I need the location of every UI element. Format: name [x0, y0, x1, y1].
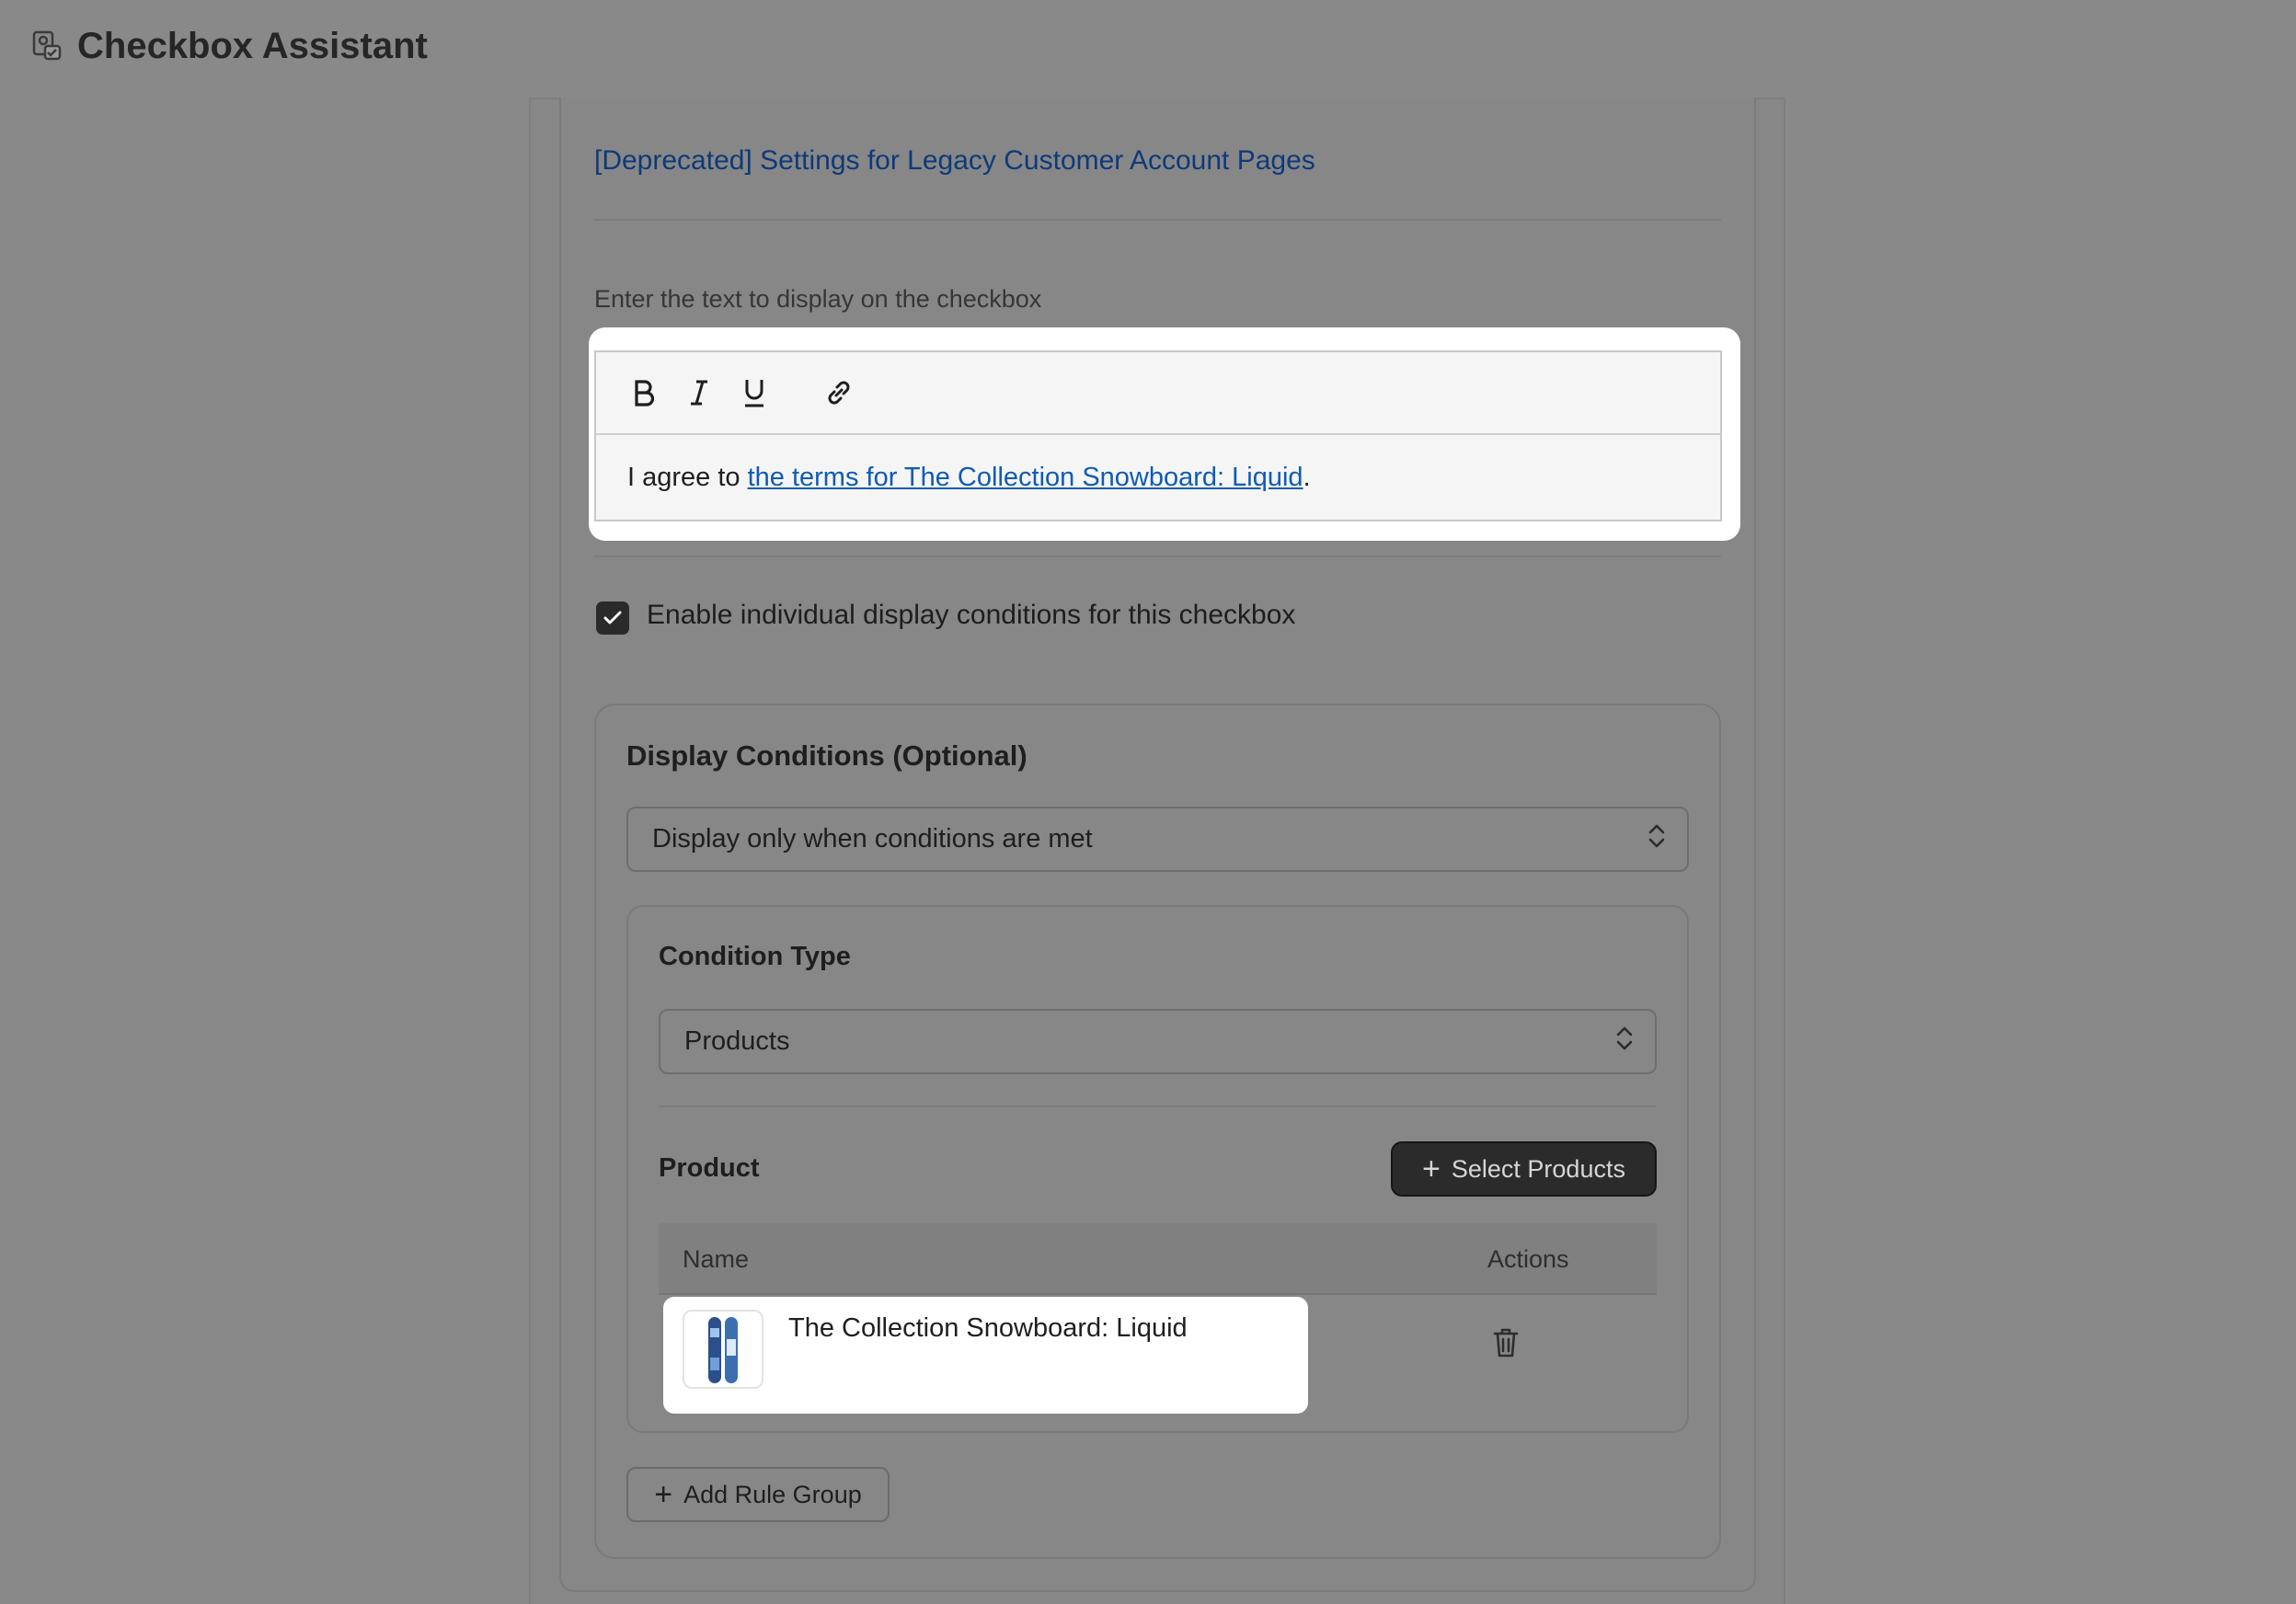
checkmark-icon	[603, 611, 622, 624]
enable-conditions-label[interactable]: Enable individual display conditions for…	[647, 600, 1295, 631]
link-icon[interactable]	[819, 372, 859, 413]
plus-icon: +	[1422, 1151, 1441, 1186]
rich-text-editor[interactable]: I agree to the terms for The Collection …	[594, 350, 1722, 521]
display-mode-select[interactable]: Display only when conditions are met	[626, 807, 1689, 872]
app-title: Checkbox Assistant	[77, 25, 428, 66]
condition-type-select[interactable]: Products	[659, 1009, 1657, 1074]
divider	[594, 556, 1721, 557]
product-name: The Collection Snowboard: Liquid	[788, 1313, 1188, 1343]
display-mode-value: Display only when conditions are met	[652, 824, 1093, 854]
condition-type-value: Products	[684, 1026, 790, 1056]
divider	[594, 219, 1721, 221]
editor-toolbar	[596, 352, 1720, 435]
select-products-button[interactable]: + Select Products	[1391, 1141, 1657, 1197]
display-conditions-title: Display Conditions (Optional)	[626, 739, 1027, 772]
plus-icon: +	[654, 1477, 673, 1512]
column-header-name: Name	[683, 1245, 750, 1273]
enable-conditions-checkbox[interactable]	[596, 602, 629, 635]
column-header-actions: Actions	[1487, 1245, 1569, 1273]
app-header: Checkbox Assistant	[0, 0, 2296, 92]
editor-label: Enter the text to display on the checkbo…	[594, 285, 1042, 313]
select-chevron-icon	[1647, 821, 1667, 858]
terms-link[interactable]: the terms for The Collection Snowboard: …	[748, 463, 1303, 492]
add-rule-group-button[interactable]: + Add Rule Group	[626, 1467, 890, 1522]
product-label: Product	[659, 1153, 760, 1183]
bold-icon[interactable]	[624, 372, 664, 413]
app-logo-icon	[28, 27, 66, 65]
editor-text-prefix: I agree to	[627, 463, 748, 492]
delete-trash-icon[interactable]	[1490, 1326, 1521, 1359]
select-products-label: Select Products	[1451, 1154, 1625, 1183]
underline-icon[interactable]	[734, 372, 775, 413]
product-thumbnail	[683, 1310, 763, 1389]
condition-type-label: Condition Type	[659, 942, 851, 971]
select-chevron-icon	[1614, 1024, 1635, 1060]
deprecated-settings-link[interactable]: [Deprecated] Settings for Legacy Custome…	[594, 145, 1315, 177]
add-rule-group-label: Add Rule Group	[683, 1480, 862, 1508]
italic-icon[interactable]	[679, 372, 719, 413]
editor-content[interactable]: I agree to the terms for The Collection …	[596, 435, 1720, 521]
divider	[659, 1106, 1657, 1107]
editor-text-suffix: .	[1303, 463, 1311, 492]
